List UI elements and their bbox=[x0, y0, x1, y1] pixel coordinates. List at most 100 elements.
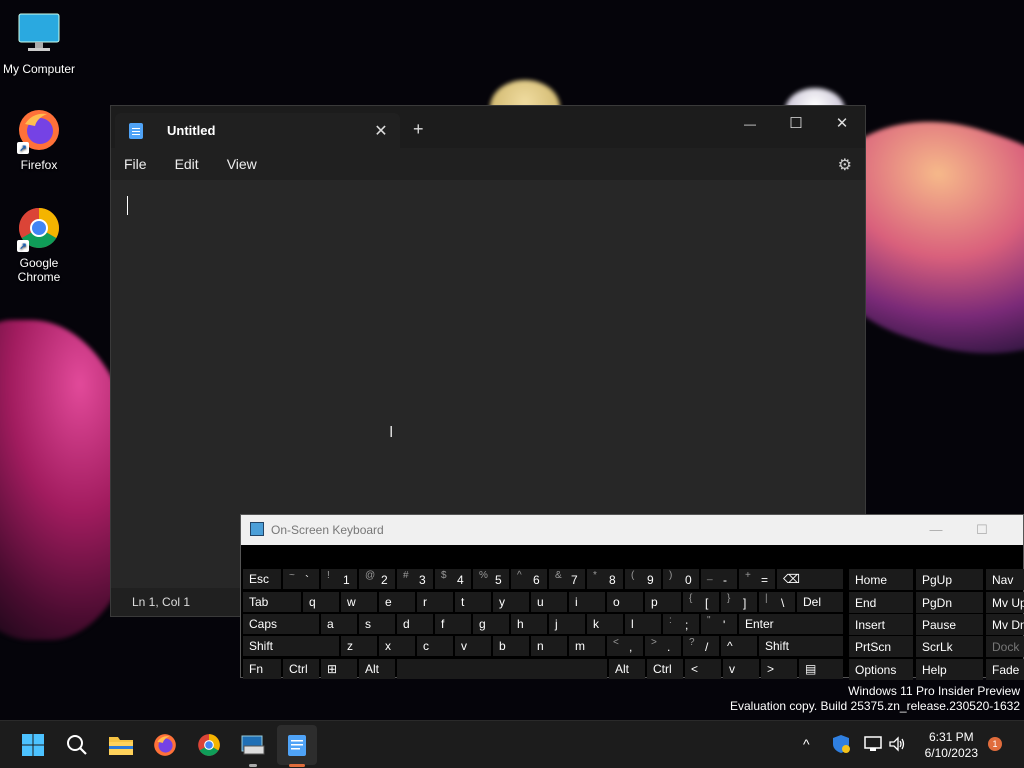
osk-key-[interactable]: >. bbox=[645, 636, 681, 656]
osk-key-2[interactable]: @2 bbox=[359, 569, 395, 589]
osk-key-pgdn[interactable]: PgDn bbox=[916, 592, 983, 613]
osk-key-fn[interactable]: Fn bbox=[243, 659, 281, 679]
notepad-titlebar[interactable]: Untitled ✕ + — ☐ ✕ bbox=[111, 106, 865, 148]
osk-key-9[interactable]: (9 bbox=[625, 569, 661, 589]
volume-icon[interactable] bbox=[888, 735, 906, 756]
desktop-icon-firefox[interactable]: ↗ Firefox bbox=[0, 106, 78, 172]
osk-titlebar[interactable]: On-Screen Keyboard — ☐ bbox=[241, 515, 1023, 545]
osk-key-3[interactable]: #3 bbox=[397, 569, 433, 589]
osk-key-[interactable]: ⊞ bbox=[321, 659, 357, 679]
osk-key-[interactable]: > bbox=[761, 659, 797, 679]
osk-key-[interactable]: ? / bbox=[683, 636, 719, 656]
osk-key-insert[interactable]: Insert bbox=[849, 614, 913, 635]
osk-key-fade[interactable]: Fade bbox=[986, 659, 1024, 680]
osk-key-space[interactable] bbox=[397, 659, 607, 679]
osk-key-pgup[interactable]: PgUp bbox=[916, 569, 983, 590]
osk-key-4[interactable]: $4 bbox=[435, 569, 471, 589]
osk-key-x[interactable]: x bbox=[379, 636, 415, 656]
desktop-icon-chrome[interactable]: ↗ Google Chrome bbox=[0, 204, 78, 284]
osk-key-nav[interactable]: Nav bbox=[986, 569, 1024, 590]
chrome-icon[interactable] bbox=[193, 729, 225, 761]
osk-key-options[interactable]: Options bbox=[849, 659, 913, 680]
menu-edit[interactable]: Edit bbox=[175, 156, 199, 172]
osk-key-d[interactable]: d bbox=[397, 614, 433, 634]
osk-key-scrlk[interactable]: ScrLk bbox=[916, 636, 983, 657]
start-icon[interactable] bbox=[17, 729, 49, 761]
osk-key-del[interactable]: Del bbox=[797, 592, 843, 612]
osk-key-[interactable]: ~ ` bbox=[283, 569, 319, 589]
osk-key-[interactable]: | \ bbox=[759, 592, 795, 612]
osk-key-8[interactable]: * 8 bbox=[587, 569, 623, 589]
tab-untitled[interactable]: Untitled ✕ bbox=[115, 113, 400, 148]
osk-key-[interactable]: + = bbox=[739, 569, 775, 589]
network-icon[interactable] bbox=[864, 735, 882, 756]
osk-key-6[interactable]: ^ 6 bbox=[511, 569, 547, 589]
osk-key-[interactable]: " ' bbox=[701, 614, 737, 634]
osk-key-enter[interactable]: Enter bbox=[739, 614, 843, 634]
osk-key-tab[interactable]: Tab bbox=[243, 592, 301, 612]
osk-key-[interactable]: < bbox=[685, 659, 721, 679]
osk-key-caps[interactable]: Caps bbox=[243, 614, 319, 634]
osk-key-7[interactable]: & 7 bbox=[549, 569, 585, 589]
security-shield-icon[interactable] bbox=[832, 734, 850, 757]
maximize-button[interactable]: ☐ bbox=[773, 110, 819, 138]
osk-key-prtscn[interactable]: PrtScn bbox=[849, 636, 913, 657]
new-tab-button[interactable]: + bbox=[413, 119, 424, 140]
osk-key-k[interactable]: k bbox=[587, 614, 623, 634]
osk-key-i[interactable]: i bbox=[569, 592, 605, 612]
menu-file[interactable]: File bbox=[124, 156, 147, 172]
osk-maximize-button[interactable]: ☐ bbox=[967, 515, 997, 545]
menu-view[interactable]: View bbox=[227, 156, 257, 172]
settings-gear-icon[interactable]: ⚙ bbox=[838, 155, 852, 175]
show-hidden-icons-chevron-icon[interactable]: ^ bbox=[803, 736, 810, 752]
osk-minimize-button[interactable]: — bbox=[921, 515, 951, 545]
osk-key-[interactable]: ⌫ bbox=[777, 569, 843, 589]
osk-key-j[interactable]: j bbox=[549, 614, 585, 634]
osk-key-n[interactable]: n bbox=[531, 636, 567, 656]
osk-key-ctrl[interactable]: Ctrl bbox=[283, 659, 319, 679]
search-icon[interactable] bbox=[61, 729, 93, 761]
osk-key-v[interactable]: v bbox=[723, 659, 759, 679]
osk-key-1[interactable]: ! 1 bbox=[321, 569, 357, 589]
osk-key-[interactable]: ^ bbox=[721, 636, 757, 656]
osk-key-alt[interactable]: Alt bbox=[359, 659, 395, 679]
osk-key-[interactable]: :; bbox=[663, 614, 699, 634]
osk-key-a[interactable]: a bbox=[321, 614, 357, 634]
notification-badge[interactable]: 1 bbox=[988, 737, 1002, 751]
osk-key-mvup[interactable]: Mv Up bbox=[986, 592, 1024, 613]
osk-key-pause[interactable]: Pause bbox=[916, 614, 983, 635]
osk-key-u[interactable]: u bbox=[531, 592, 567, 612]
firefox-icon[interactable] bbox=[149, 729, 181, 761]
osk-key-help[interactable]: Help bbox=[916, 659, 983, 680]
osk-key-c[interactable]: c bbox=[417, 636, 453, 656]
osk-key-mvdn[interactable]: Mv Dn bbox=[986, 614, 1024, 635]
osk-key-q[interactable]: q bbox=[303, 592, 339, 612]
osk-key-s[interactable]: s bbox=[359, 614, 395, 634]
osk-key-l[interactable]: l bbox=[625, 614, 661, 634]
osk-key-esc[interactable]: Esc bbox=[243, 569, 281, 589]
osk-key-ctrl[interactable]: Ctrl bbox=[647, 659, 683, 679]
osk-key-end[interactable]: End bbox=[849, 592, 913, 613]
osk-key-shift[interactable]: Shift bbox=[759, 636, 843, 656]
osk-key-0[interactable]: ) 0 bbox=[663, 569, 699, 589]
osk-key-p[interactable]: p bbox=[645, 592, 681, 612]
osk-key-home[interactable]: Home bbox=[849, 569, 913, 590]
osk-key-o[interactable]: o bbox=[607, 592, 643, 612]
osk-key-t[interactable]: t bbox=[455, 592, 491, 612]
osk-key-[interactable]: {[ bbox=[683, 592, 719, 612]
osk-key-y[interactable]: y bbox=[493, 592, 529, 612]
close-button[interactable]: ✕ bbox=[819, 110, 865, 138]
osk-key-z[interactable]: z bbox=[341, 636, 377, 656]
osk-key-m[interactable]: m bbox=[569, 636, 605, 656]
osk-key-[interactable]: <, bbox=[607, 636, 643, 656]
osk-key-r[interactable]: r bbox=[417, 592, 453, 612]
osk-key-f[interactable]: f bbox=[435, 614, 471, 634]
osk-key-5[interactable]: % 5 bbox=[473, 569, 509, 589]
osk-key-b[interactable]: b bbox=[493, 636, 529, 656]
osk-icon[interactable] bbox=[237, 729, 269, 761]
osk-key-h[interactable]: h bbox=[511, 614, 547, 634]
osk-key-g[interactable]: g bbox=[473, 614, 509, 634]
desktop-icon-my-computer[interactable]: My Computer bbox=[0, 10, 78, 76]
osk-key-e[interactable]: e bbox=[379, 592, 415, 612]
osk-key-v[interactable]: v bbox=[455, 636, 491, 656]
